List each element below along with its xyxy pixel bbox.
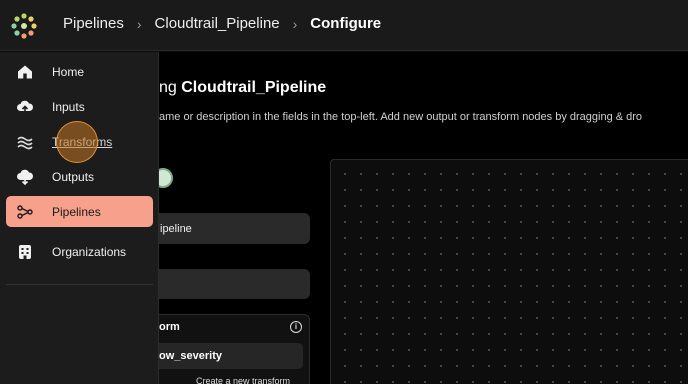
cloud-download-icon [16, 168, 34, 186]
sidebar-item-label: Pipelines [52, 204, 101, 219]
breadcrumb-configure: Configure [310, 15, 382, 32]
pipeline-canvas[interactable] [330, 159, 688, 384]
breadcrumb-separator: › [136, 15, 142, 32]
breadcrumb-separator: › [292, 15, 298, 32]
transform-select-value: ow_severity [159, 350, 222, 362]
sidebar: Home Inputs Transforms Outputs Pipelines… [0, 52, 159, 384]
sidebar-item-label: Inputs [52, 99, 85, 114]
pipeline-icon [16, 203, 34, 221]
sidebar-divider [6, 284, 153, 285]
page-description: ame or description in the fields in the … [159, 111, 643, 123]
sidebar-item-label: Outputs [52, 169, 95, 184]
app-logo-icon[interactable] [10, 12, 38, 40]
create-transform-link[interactable]: Create a new transform [196, 376, 290, 384]
cloud-upload-icon [16, 98, 34, 116]
pipeline-description-field[interactable] [150, 269, 310, 299]
sidebar-item-pipelines[interactable]: Pipelines [6, 196, 153, 227]
sidebar-item-label: Transforms [52, 134, 113, 149]
page-title: ng Cloudtrail_Pipeline [159, 79, 327, 96]
breadcrumb-pipelines[interactable]: Pipelines [63, 15, 124, 32]
sidebar-item-transforms[interactable]: Transforms [6, 126, 153, 157]
home-icon [16, 63, 34, 81]
sidebar-item-label: Home [52, 64, 85, 79]
transform-card-title: orm [159, 321, 180, 333]
sidebar-item-outputs[interactable]: Outputs [6, 161, 153, 192]
sidebar-item-label: Organizations [52, 244, 127, 259]
top-bar: Pipelines › Cloudtrail_Pipeline › Config… [0, 0, 688, 51]
breadcrumb-pipeline-name[interactable]: Cloudtrail_Pipeline [155, 15, 280, 32]
breadcrumb: Pipelines › Cloudtrail_Pipeline › Config… [63, 15, 381, 32]
pipeline-name-value: ipeline [160, 222, 192, 235]
transform-select[interactable]: ow_severity [150, 343, 303, 369]
sidebar-item-home[interactable]: Home [6, 56, 153, 87]
pipeline-name-field[interactable]: ipeline [150, 213, 310, 244]
info-icon[interactable]: i [290, 321, 302, 333]
sidebar-item-inputs[interactable]: Inputs [6, 91, 153, 122]
sidebar-item-organizations[interactable]: Organizations [6, 236, 153, 267]
building-icon [16, 243, 34, 261]
waves-icon [16, 133, 34, 151]
